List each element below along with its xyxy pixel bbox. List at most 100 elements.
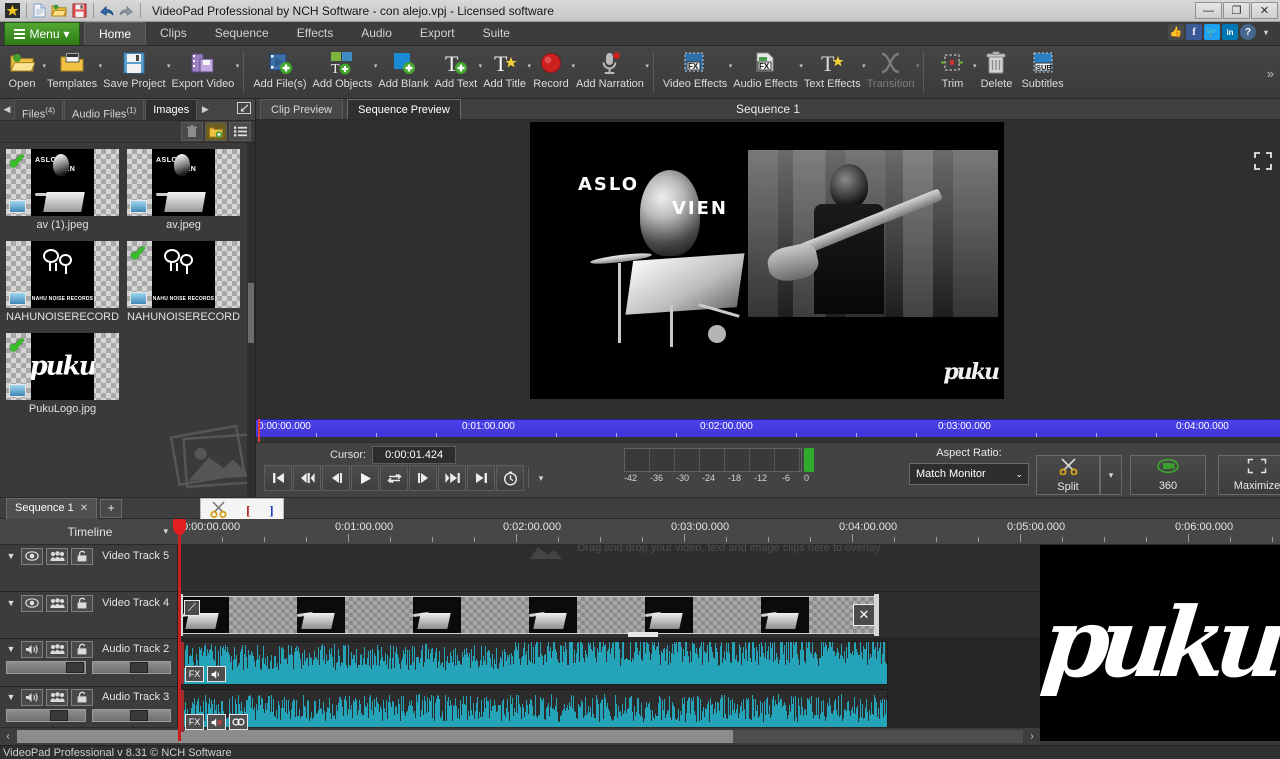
tabs-scroll-left-icon[interactable]: ◀ bbox=[0, 104, 14, 115]
track-visibility-icon[interactable] bbox=[21, 547, 43, 565]
audio-clip[interactable]: FX bbox=[180, 641, 888, 685]
tab-audio-files[interactable]: Audio Files(1) bbox=[64, 99, 145, 121]
clip-right-handle[interactable] bbox=[874, 594, 879, 636]
skip-to-start-button[interactable] bbox=[264, 465, 292, 491]
thumbnail-image[interactable]: ASLO VIEN ✔ bbox=[6, 149, 119, 216]
tab-export[interactable]: Export bbox=[406, 22, 469, 45]
tab-sequence-preview[interactable]: Sequence Preview bbox=[347, 99, 461, 119]
step-back-button[interactable] bbox=[322, 465, 350, 491]
track-lock-icon[interactable] bbox=[71, 640, 93, 658]
main-menu-button[interactable]: Menu ▾ bbox=[4, 22, 80, 45]
add-text-button[interactable]: T Add Text ▾ bbox=[432, 48, 483, 98]
trim-button[interactable]: Trim ▾ bbox=[930, 48, 976, 98]
subtitles-button[interactable]: SUB Subtitles bbox=[1018, 48, 1066, 98]
set-out-point-icon[interactable]: ] bbox=[269, 504, 273, 517]
loop-button[interactable] bbox=[380, 465, 408, 491]
track-group-icon[interactable] bbox=[46, 594, 68, 612]
close-button[interactable]: ✕ bbox=[1251, 2, 1278, 19]
playhead-grip[interactable] bbox=[173, 519, 186, 535]
scroll-right-icon[interactable]: › bbox=[1024, 731, 1040, 742]
audio-fx-badge[interactable]: FX bbox=[185, 714, 204, 730]
track-group-icon[interactable] bbox=[46, 547, 68, 565]
new-file-icon[interactable] bbox=[30, 2, 48, 20]
tab-home[interactable]: Home bbox=[84, 22, 147, 45]
maximize-button[interactable]: Maximize bbox=[1218, 455, 1280, 495]
video-clip[interactable]: ⟋ ✕ bbox=[180, 596, 878, 634]
track-mute-icon[interactable] bbox=[21, 688, 43, 706]
list-view-icon[interactable] bbox=[229, 122, 251, 141]
previous-clip-button[interactable] bbox=[293, 465, 321, 491]
text-effects-button[interactable]: T Text Effects ▾ bbox=[801, 48, 866, 98]
chevron-down-icon[interactable]: ▾ bbox=[645, 62, 649, 70]
add-folder-icon[interactable] bbox=[205, 122, 227, 141]
360-button[interactable]: 360 bbox=[1130, 455, 1206, 495]
media-item[interactable]: ASLO VIEN av.jpeg bbox=[127, 149, 248, 231]
preview-playhead[interactable] bbox=[258, 419, 260, 442]
add-title-button[interactable]: T Add Title ▾ bbox=[480, 48, 531, 98]
close-icon[interactable]: ✕ bbox=[80, 498, 88, 519]
tab-audio[interactable]: Audio bbox=[347, 22, 406, 45]
track-visibility-icon[interactable] bbox=[21, 594, 43, 612]
audio-link-badge[interactable] bbox=[229, 714, 248, 730]
next-clip-button[interactable] bbox=[438, 465, 466, 491]
ribbon-overflow-button[interactable]: » bbox=[1267, 48, 1274, 81]
tab-files[interactable]: Files(4) bbox=[14, 99, 64, 121]
skip-to-end-button[interactable] bbox=[467, 465, 495, 491]
track-mute-icon[interactable] bbox=[21, 640, 43, 658]
thumbs-up-icon[interactable]: 👍 bbox=[1168, 24, 1184, 40]
scrollbar-thumb[interactable] bbox=[17, 730, 733, 743]
track-group-icon[interactable] bbox=[46, 640, 68, 658]
track-expand-icon[interactable]: ▼ bbox=[4, 598, 18, 608]
tab-clips[interactable]: Clips bbox=[146, 22, 201, 45]
restore-button[interactable]: ❐ bbox=[1223, 2, 1250, 19]
split-button[interactable]: Split bbox=[1036, 455, 1100, 495]
save-project-button[interactable]: Save Project ▾ bbox=[100, 48, 171, 98]
clip-volume-marker[interactable] bbox=[628, 632, 658, 637]
audio-effects-button[interactable]: FX Audio Effects ▾ bbox=[730, 48, 803, 98]
tab-suite[interactable]: Suite bbox=[469, 22, 524, 45]
track-lock-icon[interactable] bbox=[71, 547, 93, 565]
export-video-button[interactable]: Export Video ▾ bbox=[169, 48, 240, 98]
thumbnail-image[interactable]: NAHU NOISE RECORDS bbox=[6, 241, 119, 308]
track-lock-icon[interactable] bbox=[71, 594, 93, 612]
help-icon[interactable]: ? bbox=[1240, 24, 1256, 40]
templates-button[interactable]: Templates ▾ bbox=[44, 48, 102, 98]
track-volume-slider[interactable] bbox=[6, 709, 86, 722]
tab-images[interactable]: Images bbox=[145, 99, 198, 120]
add-objects-button[interactable]: T Add Objects ▾ bbox=[310, 48, 377, 98]
set-in-point-icon[interactable]: [ bbox=[246, 504, 250, 517]
scrollbar-track[interactable] bbox=[17, 730, 1023, 743]
scroll-left-icon[interactable]: ‹ bbox=[0, 731, 16, 742]
open-folder-icon[interactable] bbox=[50, 2, 68, 20]
tab-effects[interactable]: Effects bbox=[283, 22, 347, 45]
sequence-tab[interactable]: Sequence 1 ✕ bbox=[6, 497, 98, 519]
track-expand-icon[interactable]: ▼ bbox=[4, 692, 18, 702]
track-expand-icon[interactable]: ▼ bbox=[4, 644, 18, 654]
thumbnail-image[interactable]: puku ✔ bbox=[6, 333, 119, 400]
track-group-icon[interactable] bbox=[46, 688, 68, 706]
clip-transition-badge[interactable]: ✕ bbox=[853, 604, 875, 626]
thumbnail-image[interactable]: NAHU NOISE RECORDS ✔ bbox=[127, 241, 240, 308]
split-dropdown-button[interactable]: ▾ bbox=[1100, 455, 1122, 495]
chevron-down-icon[interactable]: ▾ bbox=[1258, 24, 1274, 40]
media-scrollbar[interactable] bbox=[247, 143, 255, 497]
preview-seek-ruler[interactable]: 0:00:00.000 0:01:00.000 0:02:00.000 0:03… bbox=[256, 419, 1280, 437]
timeline-horizontal-scrollbar[interactable]: ‹ › bbox=[0, 727, 1040, 745]
chevron-down-icon[interactable]: ▾ bbox=[236, 62, 240, 70]
delete-button[interactable]: Delete bbox=[974, 48, 1018, 98]
open-button[interactable]: Open ▾ bbox=[0, 48, 46, 98]
save-icon[interactable] bbox=[70, 2, 88, 20]
play-button[interactable] bbox=[351, 465, 379, 491]
record-button[interactable]: Record ▾ bbox=[529, 48, 575, 98]
add-sequence-button[interactable]: + bbox=[100, 498, 123, 518]
minimize-button[interactable]: — bbox=[1195, 2, 1222, 19]
tab-sequence[interactable]: Sequence bbox=[201, 22, 283, 45]
scissors-tool-icon[interactable] bbox=[210, 500, 227, 520]
undo-icon[interactable] bbox=[97, 2, 115, 20]
thumbnail-image[interactable]: ASLO VIEN bbox=[127, 149, 240, 216]
fullscreen-icon[interactable] bbox=[1254, 152, 1272, 175]
scrollbar-thumb[interactable] bbox=[248, 283, 254, 343]
step-forward-button[interactable] bbox=[409, 465, 437, 491]
audio-volume-badge[interactable] bbox=[207, 666, 226, 682]
media-item[interactable]: NAHU NOISE RECORDS NAHUNOISERECORD... bbox=[6, 241, 127, 323]
